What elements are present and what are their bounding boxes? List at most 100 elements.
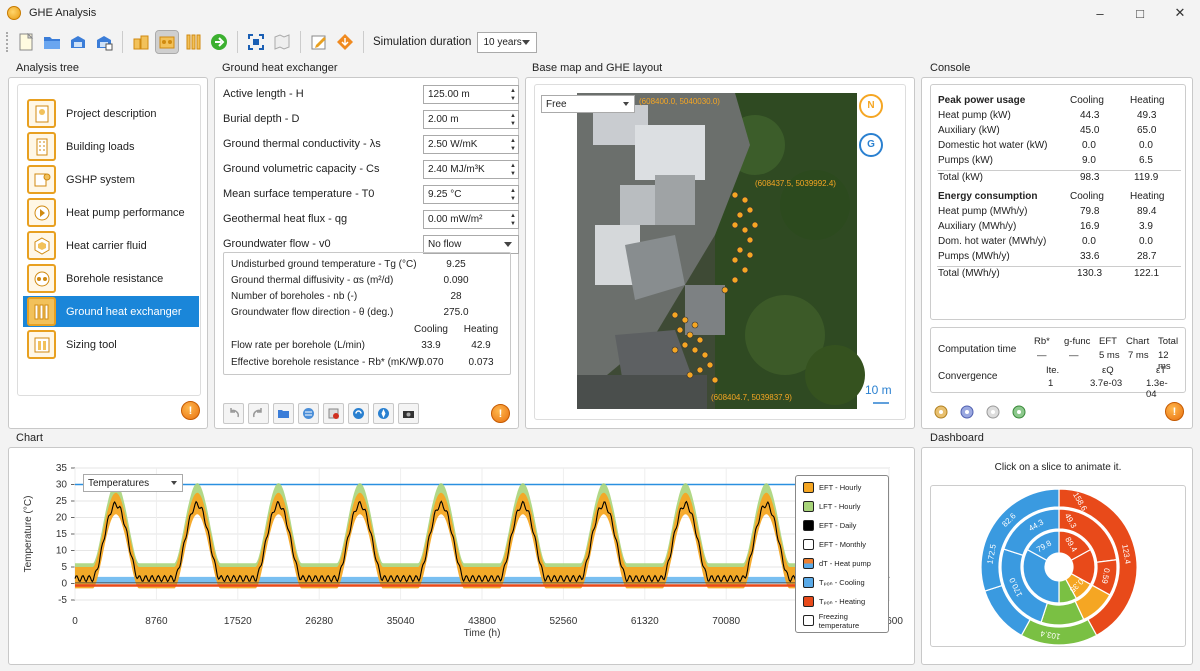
legend-item-lft-hourly[interactable]: LFT - Hourly: [803, 498, 861, 515]
burial-depth-input[interactable]: 2.00 m ▲ ▼: [423, 109, 519, 129]
map-mode-select[interactable]: Free: [541, 95, 635, 113]
calc-row: Groundwater flow direction - θ (deg.) 275…: [231, 307, 507, 321]
open-folder-icon[interactable]: [41, 31, 63, 53]
active-length-input[interactable]: 125.00 m ▲ ▼: [423, 84, 519, 104]
console-value: 89.4: [1137, 206, 1157, 217]
calc-label: Flow rate per borehole (L/min): [231, 340, 365, 351]
fit-view-icon[interactable]: [245, 31, 267, 53]
globe-icon[interactable]: [298, 403, 319, 424]
map-view[interactable]: Free (608400.0, 5040030.0) (608437.5, 50…: [534, 84, 906, 420]
gear-icon[interactable]: [956, 401, 977, 422]
spinner-arrows-icon[interactable]: ▲ ▼: [510, 162, 516, 178]
geothermal-flux-input[interactable]: 0.00 mW/m² ▲ ▼: [423, 209, 519, 229]
console-label: Pumps (MWh/y): [938, 251, 1010, 262]
edit-icon[interactable]: [308, 31, 330, 53]
run-icon[interactable]: [208, 31, 230, 53]
cooling-column-header: Cooling: [1070, 191, 1104, 202]
toolbar-grip[interactable]: [6, 32, 9, 52]
ground-conductivity-input[interactable]: 2.50 W/mK ▲ ▼: [423, 134, 519, 154]
close-icon[interactable]: ✕: [1160, 0, 1200, 26]
warning-icon[interactable]: !: [1165, 402, 1184, 421]
spinner-arrows-icon[interactable]: ▲ ▼: [510, 137, 516, 153]
chevron-down-icon: [504, 241, 512, 247]
console-value: 6.5: [1139, 155, 1153, 166]
legend-label: Tₚₒₙ - Cooling: [819, 578, 865, 587]
simulation-duration-select[interactable]: 10 years: [477, 31, 538, 53]
legend-swatch: [803, 520, 814, 531]
prop-active-length: Active length - H 125.00 m ▲ ▼: [223, 84, 519, 104]
legend-item-tpen-heating[interactable]: Tₚₒₙ - Heating: [803, 593, 865, 610]
save-as-icon[interactable]: [93, 31, 115, 53]
prop-label: Ground volumetric capacity - Cs: [223, 163, 380, 175]
minimize-icon[interactable]: –: [1080, 0, 1120, 26]
legend-item-dt-heat-pump[interactable]: dT - Heat pump: [803, 555, 871, 572]
spinner-arrows-icon[interactable]: ▲ ▼: [510, 212, 516, 228]
donut-slice-ground-mid[interactable]: [1040, 600, 1085, 626]
chart-panel-title: Chart: [16, 432, 43, 444]
energy-donut-chart[interactable]: 158.6123.449.389.40.590.3544.379.882.617…: [931, 486, 1187, 648]
title-bar: GHE Analysis – □ ✕: [0, 0, 1200, 26]
spinner-arrows-icon[interactable]: ▲ ▼: [510, 187, 516, 203]
tree-item-heat-carrier-fluid[interactable]: Heat carrier fluid: [23, 230, 206, 261]
borefield-icon[interactable]: [155, 30, 179, 54]
prop-value: 2.00 m: [428, 113, 459, 125]
tree-item-ground-heat-exchanger[interactable]: Ground heat exchanger: [23, 296, 199, 327]
calc-value: 0.073: [468, 357, 494, 368]
chart-variable-select[interactable]: Temperatures: [83, 474, 183, 492]
building-zones-icon[interactable]: [130, 31, 152, 53]
console-value: 130.3: [1077, 268, 1103, 279]
maximize-icon[interactable]: □: [1120, 0, 1160, 26]
save-icon[interactable]: [67, 31, 89, 53]
prop-value: 2.40 MJ/m³K: [428, 163, 485, 175]
toolbar-separator: [363, 31, 364, 53]
redo-icon[interactable]: [248, 403, 269, 424]
spinner-arrows-icon[interactable]: ▲ ▼: [510, 87, 516, 103]
tree-item-sizing-tool[interactable]: Sizing tool: [23, 329, 206, 360]
console-row: Heat pump (kW) 44.3 49.3: [938, 110, 1178, 125]
delete-layout-icon[interactable]: [323, 403, 344, 424]
north-arrow-icon[interactable]: N: [859, 94, 883, 118]
console-value: 45.0: [1080, 125, 1100, 136]
tree-item-project-description[interactable]: Project description: [23, 98, 206, 129]
undo-icon[interactable]: [223, 403, 244, 424]
prop-value: 0.00 mW/m²: [428, 213, 483, 225]
legend-item-freezing[interactable]: Freezing temperature: [803, 612, 888, 630]
sizing-tool-icon: [27, 330, 56, 359]
warning-icon[interactable]: !: [491, 404, 510, 423]
warning-icon[interactable]: !: [181, 401, 200, 420]
calc-label: Ground thermal diffusivity - αs (m²/d): [231, 275, 394, 286]
spinner-arrows-icon[interactable]: ▲ ▼: [510, 112, 516, 128]
tree-item-gshp-system[interactable]: GSHP system: [23, 164, 206, 195]
legend-item-eft-hourly[interactable]: EFT - Hourly: [803, 479, 861, 496]
refresh-icon[interactable]: [348, 403, 369, 424]
legend-swatch: [803, 577, 814, 588]
tree-item-borehole-resistance[interactable]: Borehole resistance: [23, 263, 206, 294]
rotate-grid-icon[interactable]: G: [859, 133, 883, 157]
surface-temperature-input[interactable]: 9.25 °C ▲ ▼: [423, 184, 519, 204]
gear-icon[interactable]: [930, 401, 951, 422]
compass-icon[interactable]: [373, 403, 394, 424]
heating-column-header: Heating: [1130, 95, 1165, 106]
new-file-icon[interactable]: [15, 31, 37, 53]
chevron-down-icon: [171, 481, 177, 485]
prop-ground-conductivity: Ground thermal conductivity - λs 2.50 W/m…: [223, 134, 519, 154]
legend-item-eft-monthly[interactable]: EFT - Monthly: [803, 536, 866, 553]
export-icon[interactable]: [334, 31, 356, 53]
map-icon[interactable]: [271, 31, 293, 53]
camera-icon[interactable]: [398, 403, 419, 424]
legend-item-eft-daily[interactable]: EFT - Daily: [803, 517, 856, 534]
groundwater-flow-select[interactable]: No flow: [423, 234, 519, 254]
legend-swatch: [803, 558, 814, 569]
tree-item-building-loads[interactable]: Building loads: [23, 131, 206, 162]
peak-header-row: Peak power usage Cooling Heating: [938, 95, 1178, 110]
open-folder-icon[interactable]: [273, 403, 294, 424]
ground-capacity-input[interactable]: 2.40 MJ/m³K ▲ ▼: [423, 159, 519, 179]
pipes-icon[interactable]: [182, 31, 204, 53]
console-panel: Peak power usage Cooling Heating Heat pump…: [921, 77, 1193, 429]
gear-icon[interactable]: [1008, 401, 1029, 422]
legend-item-tpen-cooling[interactable]: Tₚₒₙ - Cooling: [803, 574, 865, 591]
cooling-column-header: Cooling: [1070, 95, 1104, 106]
tree-item-heat-pump-performance[interactable]: Heat pump performance: [23, 197, 206, 228]
gear-icon[interactable]: [982, 401, 1003, 422]
console-label: Total (kW): [938, 172, 983, 183]
